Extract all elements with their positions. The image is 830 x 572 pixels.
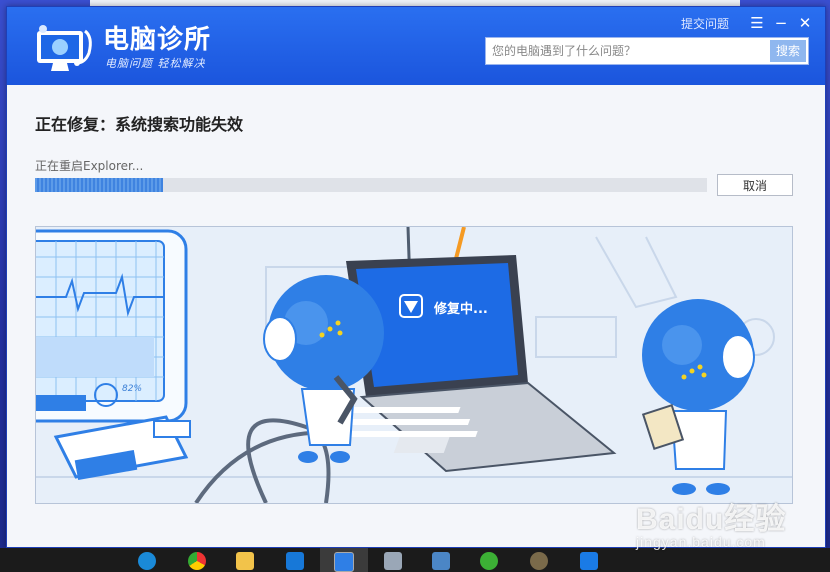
monitor-percent-text: 82%	[122, 384, 142, 394]
feedback-link[interactable]: 提交问题	[681, 15, 729, 32]
app-logo-icon	[37, 25, 92, 71]
search-input[interactable]	[486, 38, 782, 64]
chrome-icon[interactable]	[188, 552, 206, 570]
security-icon[interactable]	[580, 552, 598, 570]
watermark-sub: jingyan.baidu.com	[636, 534, 766, 550]
menu-icon[interactable]: ☰	[745, 13, 769, 33]
status-text: 正在重启Explorer...	[35, 159, 144, 173]
diagnosis-app-icon[interactable]	[334, 552, 354, 572]
illustration-svg: 82% 修复中...	[36, 227, 792, 503]
computer-icon[interactable]	[432, 552, 450, 570]
avatar-icon[interactable]	[530, 552, 548, 570]
titlebar: 电脑诊所 电脑问题 轻松解决 提交问题 ☰ − ✕ 搜索	[7, 7, 825, 85]
taskbar	[0, 548, 830, 572]
app-title: 电脑诊所	[103, 24, 212, 54]
progress-fill	[35, 178, 163, 192]
laptop-screen-text: 修复中...	[433, 301, 488, 317]
wechat-icon[interactable]	[480, 552, 498, 570]
search-button[interactable]: 搜索	[770, 40, 806, 62]
close-icon[interactable]: ✕	[793, 13, 817, 33]
cancel-button[interactable]: 取消	[717, 174, 793, 196]
main-content: 正在修复：系统搜索功能失效 正在重启Explorer... 取消 82% 修复中…	[7, 85, 825, 547]
minimize-icon[interactable]: −	[769, 13, 793, 33]
app-window: 电脑诊所 电脑问题 轻松解决 提交问题 ☰ − ✕ 搜索 正在修复：系统搜索功能…	[6, 6, 826, 548]
watermark-main: Baidu经验	[636, 503, 787, 536]
image-viewer-icon[interactable]	[384, 552, 402, 570]
edge-icon[interactable]	[138, 552, 156, 570]
repair-illustration: 82% 修复中...	[35, 226, 793, 504]
watermark: Baidu经验 jingyan.baidu.com	[636, 494, 786, 550]
search-box: 搜索	[485, 37, 809, 65]
folder-icon[interactable]	[236, 552, 254, 570]
app-slogan: 电脑问题 轻松解决	[105, 57, 206, 70]
settings-icon[interactable]	[286, 552, 304, 570]
progress-bar	[35, 178, 707, 192]
repair-title: 正在修复：系统搜索功能失效	[35, 117, 244, 134]
titlebar-actions: 提交问题 ☰ − ✕	[681, 12, 817, 34]
